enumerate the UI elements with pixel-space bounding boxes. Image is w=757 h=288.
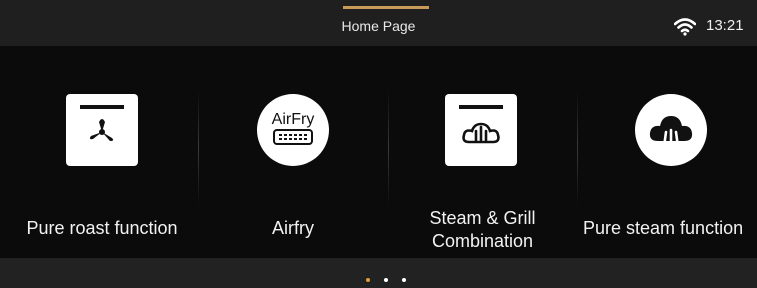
card-pure-steam[interactable]: Pure steam function bbox=[577, 46, 757, 258]
steam-grill-icon bbox=[445, 94, 517, 166]
card-pure-roast[interactable]: Pure roast function bbox=[0, 46, 204, 258]
card-label: Pure roast function bbox=[26, 218, 178, 238]
wifi-icon bbox=[674, 18, 696, 36]
page-dot[interactable] bbox=[384, 278, 388, 282]
airfry-icon: AirFry bbox=[257, 94, 329, 166]
fan-icon bbox=[66, 94, 138, 166]
card-steam-grill[interactable]: Steam & Grill Combination bbox=[388, 46, 577, 258]
card-label-line1: Steam & Grill bbox=[429, 208, 536, 228]
page-indicator bbox=[0, 258, 757, 288]
title-accent-bar bbox=[343, 6, 429, 9]
oven-home-screen: Home Page 13:21 Pure roast function AirF… bbox=[0, 0, 757, 288]
function-carousel: Pure roast function AirFry Airfry Steam … bbox=[0, 46, 757, 258]
page-dot-active[interactable] bbox=[366, 278, 370, 282]
card-label-line2: Combination bbox=[431, 231, 534, 251]
card-label: Airfry bbox=[272, 218, 314, 238]
steam-cloud-icon bbox=[635, 94, 707, 166]
status-bar: Home Page 13:21 bbox=[0, 0, 757, 46]
card-label: Pure steam function bbox=[583, 218, 744, 238]
page-dot[interactable] bbox=[402, 278, 406, 282]
clock-time: 13:21 bbox=[706, 17, 744, 34]
page-title: Home Page bbox=[341, 18, 416, 34]
card-airfry[interactable]: AirFry Airfry bbox=[198, 46, 388, 258]
airfry-icon-text: AirFry bbox=[272, 111, 315, 128]
